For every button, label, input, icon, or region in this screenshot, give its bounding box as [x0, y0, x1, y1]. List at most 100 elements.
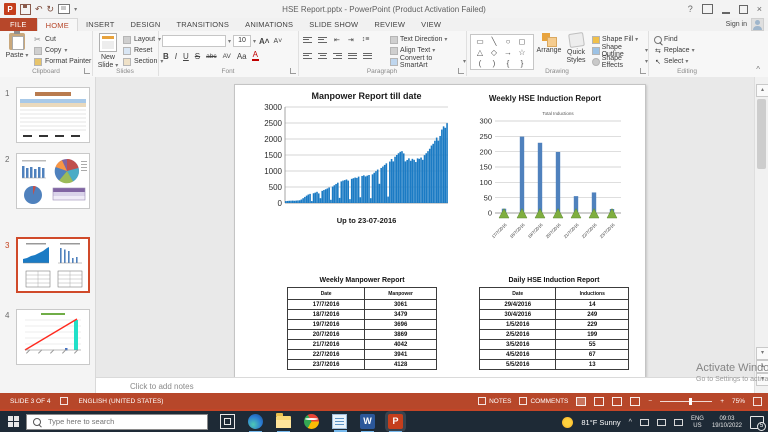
start-button[interactable]: [0, 411, 26, 432]
ribbon-display-options-icon[interactable]: [701, 4, 713, 14]
font-name-input[interactable]: [162, 35, 226, 47]
daily-induction-table[interactable]: Daily HSE Induction Report Date Induction…: [478, 277, 629, 370]
vertical-scrollbar[interactable]: ▴ ▾ ▴ ▾: [754, 77, 768, 393]
clipboard-dialog-launcher-icon[interactable]: [84, 68, 90, 74]
find-button[interactable]: Find: [654, 34, 695, 45]
notes-placeholder[interactable]: Click to add notes: [130, 382, 194, 391]
slide-thumbnail-3[interactable]: [16, 237, 90, 293]
decrease-indent-icon[interactable]: ⇤: [333, 36, 341, 44]
bold-button[interactable]: B: [162, 52, 170, 61]
tab-design[interactable]: DESIGN: [123, 18, 169, 31]
zoom-slider-thumb[interactable]: [688, 397, 692, 405]
language-indicator[interactable]: ENGLISH (UNITED STATES): [78, 398, 163, 405]
shape-icon[interactable]: ╲: [487, 36, 501, 47]
notepad-icon[interactable]: [332, 414, 347, 432]
tab-view[interactable]: VIEW: [413, 18, 449, 31]
search-input[interactable]: [46, 416, 190, 427]
shape-icon[interactable]: →: [501, 47, 515, 58]
word-icon[interactable]: W: [360, 414, 375, 432]
notes-toggle[interactable]: NOTES: [478, 397, 511, 405]
close-icon[interactable]: ×: [757, 0, 762, 18]
shrink-font-button[interactable]: A˅: [272, 38, 283, 45]
normal-view-icon[interactable]: [576, 396, 587, 406]
manpower-chart[interactable]: Manpower Report till date 0 500 1000 1500 200…: [247, 89, 452, 237]
tab-slideshow[interactable]: SLIDE SHOW: [301, 18, 366, 31]
shadow-button[interactable]: abc: [205, 53, 217, 60]
replace-button[interactable]: ⇆ Replace ▾: [654, 45, 695, 56]
onedrive-icon[interactable]: [639, 419, 649, 426]
notification-center-icon[interactable]: 5: [750, 416, 766, 431]
fit-slide-icon[interactable]: [753, 396, 762, 406]
tab-insert[interactable]: INSERT: [78, 18, 123, 31]
shape-icon[interactable]: △: [473, 47, 487, 58]
copy-button[interactable]: Copy ▾: [34, 45, 91, 56]
grow-font-button[interactable]: A˄: [258, 37, 270, 46]
weather-text[interactable]: 81°F Sunny: [581, 418, 620, 427]
customize-qat-icon[interactable]: ▾: [74, 6, 77, 13]
tab-transitions[interactable]: TRANSITIONS: [169, 18, 238, 31]
shape-icon[interactable]: ◻: [515, 36, 529, 47]
slideshow-view-icon[interactable]: [630, 396, 641, 406]
align-left-icon[interactable]: [303, 51, 312, 60]
numbering-icon[interactable]: [318, 35, 327, 44]
help-icon[interactable]: ?: [688, 0, 693, 18]
redo-icon[interactable]: ↻: [47, 4, 55, 14]
bullets-icon[interactable]: [303, 35, 312, 44]
font-color-button[interactable]: A: [251, 51, 259, 61]
slide-sorter-view-icon[interactable]: [594, 396, 605, 406]
increase-indent-icon[interactable]: ⇥: [347, 36, 355, 44]
edge-icon[interactable]: [248, 414, 263, 432]
slide-thumbnail-1[interactable]: [16, 87, 90, 143]
weekly-manpower-table[interactable]: Weekly Manpower Report Date Manpower 17/7/…: [286, 277, 437, 370]
font-dialog-launcher-icon[interactable]: [290, 68, 296, 74]
scrollbar-thumb[interactable]: [757, 99, 766, 169]
paste-button[interactable]: Paste ▾: [2, 31, 32, 60]
tab-file[interactable]: FILE: [0, 18, 37, 31]
taskbar-search[interactable]: [26, 413, 208, 430]
align-right-icon[interactable]: [333, 51, 342, 60]
zoom-out-icon[interactable]: −: [648, 398, 652, 405]
slide-editing-area[interactable]: Manpower Report till date 0 500 1000 1500 200…: [234, 84, 646, 381]
undo-icon[interactable]: ↶: [35, 4, 43, 14]
task-view-icon[interactable]: [220, 414, 235, 429]
quick-styles-button[interactable]: Quick Styles: [563, 32, 589, 65]
zoom-slider[interactable]: [660, 397, 713, 405]
save-icon[interactable]: [20, 3, 31, 15]
hidden-icons-chevron[interactable]: ^: [629, 419, 632, 426]
notes-pane[interactable]: Click to add notes: [96, 377, 768, 394]
italic-button[interactable]: I: [174, 52, 178, 61]
start-slideshow-icon[interactable]: [58, 4, 71, 14]
char-spacing-button[interactable]: AV: [222, 53, 232, 60]
shape-effects-button[interactable]: Shape Effects ▾: [592, 55, 648, 69]
induction-chart[interactable]: Weekly HSE Induction Report Total Inducti…: [469, 91, 627, 243]
shape-icon[interactable]: ▭: [473, 36, 487, 47]
scroll-up-icon[interactable]: ▴: [756, 84, 768, 97]
tab-review[interactable]: REVIEW: [366, 18, 413, 31]
drawing-dialog-launcher-icon[interactable]: [640, 68, 646, 74]
strikethrough-button[interactable]: S: [194, 52, 201, 61]
text-direction-button[interactable]: Text Direction ▾: [390, 34, 466, 45]
slide-thumbnail-2[interactable]: [16, 153, 90, 209]
minimize-icon[interactable]: [721, 4, 730, 14]
shape-icon[interactable]: ○: [501, 36, 515, 47]
chrome-icon[interactable]: [304, 414, 319, 429]
shape-icon[interactable]: ◇: [487, 47, 501, 58]
sign-in-area[interactable]: Sign in: [726, 18, 764, 31]
shape-icon[interactable]: ☆: [515, 47, 529, 58]
arrange-button[interactable]: Arrange: [536, 33, 562, 55]
language-tray-indicator[interactable]: ENG US: [691, 416, 704, 430]
underline-button[interactable]: U: [182, 52, 190, 61]
slide-thumbnail-4[interactable]: [16, 309, 90, 365]
paragraph-dialog-launcher-icon[interactable]: [458, 68, 464, 74]
convert-smartart-button[interactable]: Convert to SmartArt ▾: [390, 55, 466, 69]
clock[interactable]: 09:03 19/10/2022: [712, 416, 742, 430]
shapes-gallery[interactable]: ▭ ╲ ○ ◻ △ ◇ → ☆ ( ) { }: [470, 34, 534, 70]
font-size-input[interactable]: 10: [233, 35, 252, 47]
new-slide-button[interactable]: New Slide ▾: [93, 33, 123, 70]
zoom-in-icon[interactable]: +: [720, 398, 724, 405]
align-center-icon[interactable]: [318, 51, 327, 60]
select-button[interactable]: ↖ Select ▾: [654, 56, 695, 67]
user-avatar[interactable]: [751, 18, 764, 31]
tab-home[interactable]: HOME: [36, 18, 78, 31]
collapse-ribbon-icon[interactable]: ^: [756, 65, 760, 74]
